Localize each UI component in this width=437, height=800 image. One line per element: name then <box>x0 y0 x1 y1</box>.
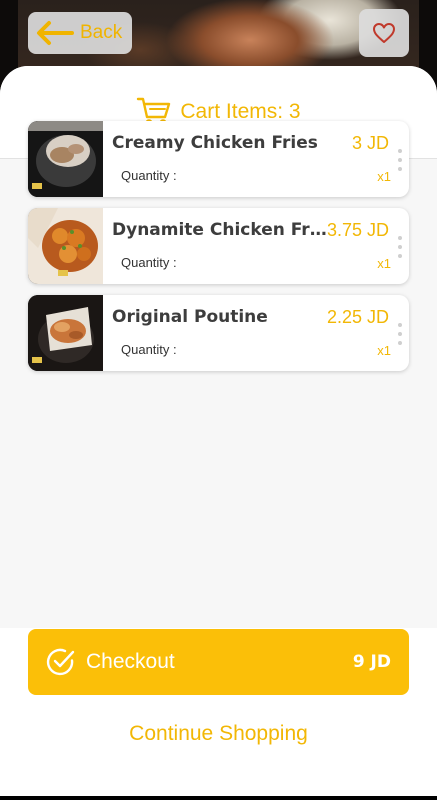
quantity-label: Quantity : <box>121 168 177 183</box>
more-options-icon[interactable] <box>397 323 403 345</box>
checkout-label: Checkout <box>86 650 175 673</box>
item-thumbnail <box>28 208 103 284</box>
item-price: 3.75 JD <box>326 220 389 240</box>
cart-item[interactable]: Dynamite Chicken Fries 3.75 JD Quantity … <box>28 208 409 284</box>
bottom-edge <box>0 796 437 800</box>
arrow-left-icon <box>37 21 74 45</box>
cart-item[interactable]: Creamy Chicken Fries 3 JD Quantity : x1 <box>28 121 409 197</box>
quantity-label: Quantity : <box>121 255 177 270</box>
more-options-icon[interactable] <box>397 149 403 171</box>
back-label: Back <box>80 22 123 43</box>
quantity-value: x1 <box>377 256 391 271</box>
check-circle-icon <box>46 648 75 676</box>
item-name: Original Poutine <box>112 307 268 327</box>
quantity-value: x1 <box>377 169 391 184</box>
favorite-button[interactable] <box>359 9 409 57</box>
checkout-total: 9 JD <box>352 652 391 672</box>
item-name: Dynamite Chicken Fries <box>112 220 327 240</box>
quantity-value: x1 <box>377 343 391 358</box>
item-price: 3 JD <box>351 133 389 153</box>
checkout-button[interactable]: Checkout 9 JD <box>28 629 409 695</box>
item-name: Creamy Chicken Fries <box>112 133 318 153</box>
more-options-icon[interactable] <box>397 236 403 258</box>
item-thumbnail <box>28 121 103 197</box>
back-button[interactable]: Back <box>28 12 132 54</box>
quantity-label: Quantity : <box>121 342 177 357</box>
heart-icon <box>373 23 395 43</box>
item-price: 2.25 JD <box>326 307 389 327</box>
cart-item-list: Creamy Chicken Fries 3 JD Quantity : x1 … <box>28 121 409 382</box>
continue-shopping-link[interactable]: Continue Shopping <box>0 722 437 746</box>
cart-item[interactable]: Original Poutine 2.25 JD Quantity : x1 <box>28 295 409 371</box>
item-thumbnail <box>28 295 103 371</box>
